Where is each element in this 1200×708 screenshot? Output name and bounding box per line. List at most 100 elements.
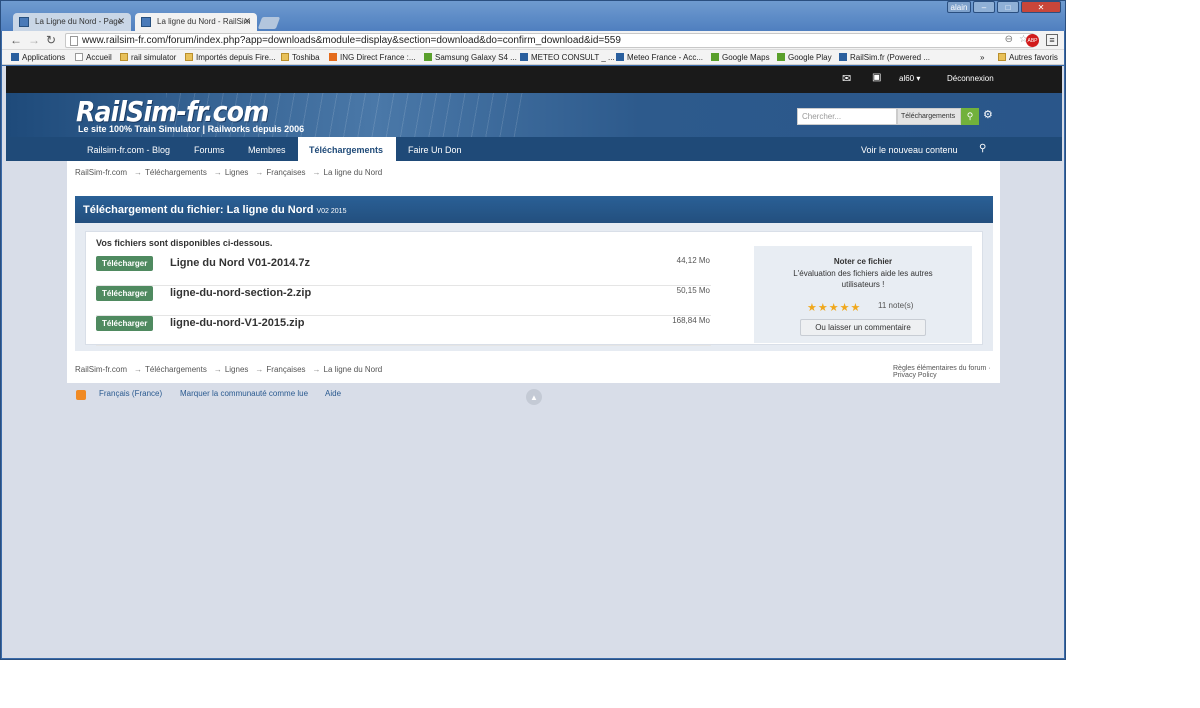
notifications-icon[interactable]: ▣: [872, 72, 881, 83]
browser-tab-1[interactable]: La Ligne du Nord - Page ✕: [13, 13, 131, 31]
bookmark-label: rail simulator: [131, 53, 177, 62]
bookmark-samsung[interactable]: Samsung Galaxy S4 ...: [424, 53, 517, 62]
privacy-policy-link[interactable]: Privacy Policy: [893, 372, 937, 379]
bookmark-label: Accueil: [86, 53, 112, 62]
bookmark-meteo-consult[interactable]: METEO CONSULT _ ...: [520, 53, 615, 62]
browser-tab-2-active[interactable]: La ligne du Nord - RailSim ✕: [135, 13, 257, 31]
breadcrumb-item[interactable]: Françaises: [266, 365, 305, 374]
folder-icon: [281, 53, 289, 61]
breadcrumb-item[interactable]: RailSim-fr.com: [75, 365, 127, 374]
user-bar: ✉ ▣ al60 ▾ Déconnexion: [6, 66, 1062, 93]
nav-forums[interactable]: Forums: [186, 137, 233, 161]
bookmark-label: Importés depuis Fire...: [196, 53, 276, 62]
breadcrumb-item[interactable]: Lignes: [225, 365, 249, 374]
breadcrumb-item[interactable]: La ligne du Nord: [324, 168, 383, 177]
folder-icon: [120, 53, 128, 61]
adblock-icon[interactable]: ABP: [1026, 34, 1039, 47]
search-input[interactable]: Chercher...: [797, 108, 897, 125]
meteo-consult-icon: [520, 53, 528, 61]
bookmark-other-folder[interactable]: Autres favoris: [998, 53, 1058, 62]
logout-link[interactable]: Déconnexion: [947, 74, 994, 83]
forum-rules-link[interactable]: Règles élémentaires du forum: [893, 365, 986, 372]
bookmark-railsim[interactable]: RailSim.fr (Powered ...: [839, 53, 930, 62]
zoom-icon[interactable]: ⊖: [1005, 34, 1013, 45]
minimize-button[interactable]: –: [973, 1, 995, 13]
bookmark-label: Autres favoris: [1009, 53, 1058, 62]
meteo-france-icon: [616, 53, 624, 61]
maximize-button[interactable]: □: [997, 1, 1019, 13]
bookmark-label: ING Direct France :...: [340, 53, 416, 62]
folder-icon: [185, 53, 193, 61]
bookmark-label: RailSim.fr (Powered ...: [850, 53, 931, 62]
close-tab-icon[interactable]: ✕: [243, 16, 251, 27]
user-menu[interactable]: al60 ▾: [899, 74, 920, 83]
bookmark-label: Applications: [22, 53, 66, 62]
search-button[interactable]: ⚲: [961, 108, 979, 125]
url-text: www.railsim-fr.com/forum/index.php?app=d…: [82, 35, 621, 46]
back-arrow-icon[interactable]: ←: [10, 33, 22, 47]
bookmark-meteo-france[interactable]: Meteo France - Acc...: [616, 53, 703, 62]
chevron-down-icon: ▾: [916, 74, 921, 83]
menu-icon[interactable]: ≡: [1046, 34, 1058, 46]
leave-comment-button[interactable]: Ou laisser un commentaire: [800, 319, 926, 336]
file-size: 168,84 Mo: [672, 316, 710, 325]
scroll-to-top-icon[interactable]: ▲: [526, 389, 542, 405]
forward-arrow-icon[interactable]: →: [28, 33, 40, 47]
search-scope-select[interactable]: Téléchargements: [897, 108, 961, 125]
location-pin-icon[interactable]: ⚲: [971, 137, 994, 161]
nav-faire-un-don[interactable]: Faire Un Don: [400, 137, 470, 161]
rss-icon[interactable]: [76, 390, 86, 400]
breadcrumb-item[interactable]: Téléchargements: [145, 365, 207, 374]
address-bar[interactable]: www.railsim-fr.com/forum/index.php?app=d…: [65, 33, 1034, 48]
close-tab-icon[interactable]: ✕: [117, 16, 125, 27]
breadcrumb-item[interactable]: La ligne du Nord: [324, 365, 383, 374]
profile-badge[interactable]: alain: [947, 1, 971, 13]
file-name: ligne-du-nord-section-2.zip: [170, 287, 312, 299]
breadcrumb-item[interactable]: Téléchargements: [145, 168, 207, 177]
nav-membres[interactable]: Membres: [240, 137, 294, 161]
page-icon: [70, 36, 78, 46]
star-rating[interactable]: ★★★★★: [807, 301, 861, 314]
rating-panel: Noter ce fichier L'évaluation des fichie…: [754, 246, 972, 343]
new-content-link[interactable]: Voir le nouveau contenu: [853, 137, 966, 161]
nav-telechargements[interactable]: Téléchargements: [298, 137, 396, 161]
download-button[interactable]: Télécharger: [96, 256, 154, 271]
file-size: 44,12 Mo: [676, 256, 710, 265]
tab-title: La Ligne du Nord - Page: [35, 17, 123, 26]
username: al60: [899, 74, 915, 83]
bookmark-importes[interactable]: Importés depuis Fire...: [185, 53, 276, 62]
maps-icon: [711, 53, 719, 61]
close-window-button[interactable]: ✕: [1021, 1, 1061, 13]
breadcrumb-item[interactable]: RailSim-fr.com: [75, 168, 127, 177]
breadcrumb-item[interactable]: Françaises: [266, 168, 305, 177]
file-row: Télécharger Ligne du Nord V01-2014.7z 44…: [96, 256, 711, 286]
browser-titlebar: La Ligne du Nord - Page ✕ La ligne du No…: [1, 1, 1065, 31]
bookmark-applications[interactable]: Applications: [11, 53, 65, 62]
messages-icon[interactable]: ✉: [842, 72, 851, 85]
play-icon: [777, 53, 785, 61]
apps-grid-icon: [11, 53, 19, 61]
search-icon: ⚲: [966, 111, 974, 121]
breadcrumb-item[interactable]: Lignes: [225, 168, 249, 177]
site-header: RailSim-fr.com Le site 100% Train Simula…: [6, 93, 1062, 137]
language-link[interactable]: Français (France): [99, 389, 162, 398]
rating-description: L'évaluation des fichiers aide les autre…: [793, 269, 933, 289]
bookmark-rail-simulator[interactable]: rail simulator: [120, 53, 176, 62]
download-button[interactable]: Télécharger: [96, 286, 154, 301]
download-button[interactable]: Télécharger: [96, 316, 154, 331]
mark-read-link[interactable]: Marquer la communauté comme lue: [180, 389, 308, 398]
reload-icon[interactable]: ↻: [46, 33, 56, 47]
main-nav: Railsim-fr.com - Blog Forums Membres Tél…: [6, 137, 1062, 161]
nav-blog[interactable]: Railsim-fr.com - Blog: [79, 137, 178, 161]
search-options-gear-icon[interactable]: ⚙: [983, 108, 993, 121]
bookmark-toshiba[interactable]: Toshiba: [281, 53, 320, 62]
favicon-icon: [19, 17, 29, 27]
bookmark-ing-direct[interactable]: ING Direct France :...: [329, 53, 416, 62]
bookmark-google-play[interactable]: Google Play: [777, 53, 832, 62]
help-link[interactable]: Aide: [325, 389, 341, 398]
bookmark-accueil[interactable]: Accueil: [75, 53, 112, 62]
bookmark-google-maps[interactable]: Google Maps: [711, 53, 770, 62]
more-bookmarks-chevron[interactable]: »: [980, 53, 984, 62]
new-tab-button[interactable]: [257, 17, 281, 29]
android-icon: [424, 53, 432, 61]
